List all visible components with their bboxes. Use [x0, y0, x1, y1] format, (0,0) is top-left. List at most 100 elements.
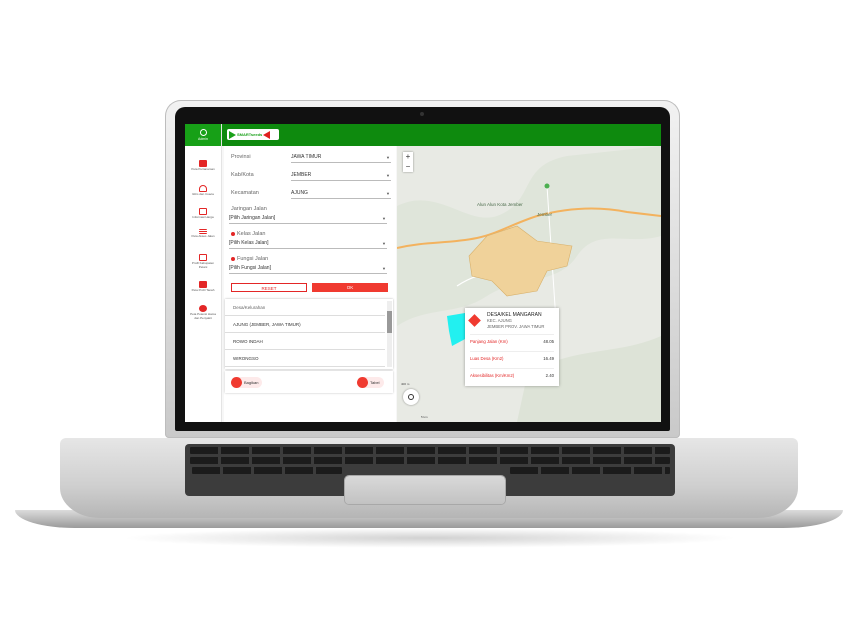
kecamatan-value: AJUNG — [291, 190, 308, 196]
app-logo[interactable]: SMARTseeds — [227, 129, 279, 140]
bagikan-label: Bagikan — [244, 380, 259, 385]
kecamatan-label: Kecamatan — [231, 190, 259, 196]
sidebar-item-label: Peta Profil Tanah — [191, 288, 215, 292]
kecamatan-row: Kecamatan AJUNG ▼ — [229, 188, 391, 200]
sidebar-item-informasi-harga[interactable]: Informasi Harga — [185, 208, 221, 220]
map-view[interactable]: Alun Alun Kota Jember Jember + − 400 m 5… — [397, 146, 661, 422]
table-icon — [357, 377, 368, 388]
trackpad — [345, 476, 505, 504]
map-label-jember: Jember — [537, 212, 553, 217]
info-kecamatan: KEC. AJUNG — [487, 318, 512, 323]
laptop-shadow — [120, 528, 740, 548]
list-item[interactable]: ROWO INDAH — [225, 333, 385, 350]
sidebar-item-label: Peta Akses Jalan — [191, 234, 215, 238]
locate-icon — [408, 394, 414, 400]
keyboard-row — [190, 447, 670, 454]
top-bar: SMARTseeds — [185, 124, 661, 146]
sidebar-item-peta-profil-tanah[interactable]: Peta Profil Tanah — [185, 281, 221, 293]
sidebar-item-label: Profil Kabupaten Petani — [191, 261, 215, 269]
logo-arrow-icon — [263, 130, 271, 139]
chevron-down-icon: ▼ — [382, 241, 386, 246]
sidebar-item-profil-kabupaten[interactable]: Profil Kabupaten Petani — [185, 254, 221, 269]
desa-list: Desa/Kelurahan AJUNG (JEMBER, JAWA TIMUR… — [225, 299, 393, 369]
reset-button[interactable]: RESET — [231, 283, 307, 292]
fungsi-value: [Pilih Fungsi Jalan] — [229, 265, 271, 271]
share-icon — [231, 377, 242, 388]
map-label-alun: Alun Alun Kota Jember — [477, 202, 523, 207]
chevron-down-icon: ▼ — [382, 266, 386, 271]
list-item[interactable]: AJUNG (JEMBER, JAWA TIMUR) — [225, 316, 385, 333]
list-scrollbar-thumb[interactable] — [387, 311, 392, 333]
info-row-value: 48.05 — [543, 339, 554, 344]
tabel-label: Tabel — [370, 380, 380, 385]
locate-button[interactable] — [403, 389, 419, 405]
sidebar-item-peta-potensi-hama[interactable]: Peta Potensi Hama dan Penyakit — [185, 305, 221, 320]
jaringan-select[interactable]: [Pilih Jaringan Jalan] ▼ — [229, 214, 387, 224]
ok-button[interactable]: OK — [312, 283, 388, 292]
provinsi-label: Provinsi — [231, 154, 251, 160]
cloud-icon — [199, 185, 207, 192]
keyboard-row — [192, 467, 342, 474]
scale-bar: 5 km — [421, 415, 428, 419]
kecamatan-select[interactable]: AJUNG ▼ — [291, 189, 391, 199]
tabel-button[interactable]: Tabel — [357, 377, 384, 388]
camera-icon — [420, 112, 424, 116]
bug-icon — [199, 305, 207, 312]
app-screen: SMARTseeds Admin Peta Pertanaman Iklim d… — [185, 124, 661, 422]
kelas-label: Kelas Jalan — [237, 231, 266, 237]
directions-icon — [468, 314, 481, 327]
scale-label: 400 m — [401, 382, 410, 386]
chevron-down-icon: ▼ — [386, 173, 390, 178]
kelas-value: [Pilih Kelas Jalan] — [229, 240, 269, 246]
info-location: JEMBER PROV. JAWA TIMUR — [487, 324, 545, 329]
sidebar-item-peta-akses-jalan[interactable]: Peta Akses Jalan — [185, 229, 221, 239]
admin-profile[interactable]: Admin — [185, 124, 221, 146]
chevron-down-icon: ▼ — [386, 155, 390, 160]
map-icon — [199, 160, 207, 167]
chevron-down-icon: ▼ — [382, 216, 386, 221]
logo-text: SMARTseeds — [237, 132, 263, 137]
location-marker-icon — [544, 183, 550, 189]
sidebar-item-label: Informasi Harga — [192, 215, 214, 219]
info-row-key: Aksesibilitas (Km/Km2) — [470, 373, 515, 378]
keyboard-row — [510, 467, 670, 474]
price-tag-icon — [199, 208, 207, 215]
zoom-out-button[interactable]: − — [403, 162, 413, 172]
keyboard-row — [190, 457, 670, 464]
jaringan-label: Jaringan Jalan — [231, 206, 267, 212]
sidebar-item-peta-pertanaman[interactable]: Peta Pertanaman — [185, 160, 221, 172]
sidebar-item-label: Peta Pertanaman — [191, 167, 215, 171]
kelas-select[interactable]: [Pilih Kelas Jalan] ▼ — [229, 239, 387, 249]
fungsi-select[interactable]: [Pilih Fungsi Jalan] ▼ — [229, 264, 387, 274]
list-item[interactable]: WIRONGSO — [225, 350, 385, 367]
kabkota-value: JEMBER — [291, 172, 312, 178]
admin-label: Admin — [198, 137, 208, 141]
info-row-value: 16.49 — [543, 356, 554, 361]
required-icon — [231, 256, 235, 261]
info-row-key: Luas Desa (Km2) — [470, 356, 504, 361]
info-row: Luas Desa (Km2) 16.49 — [470, 351, 554, 366]
kabkota-label: Kab/Kota — [231, 172, 254, 178]
home-icon — [199, 254, 207, 261]
kabkota-row: Kab/Kota JEMBER ▼ — [229, 170, 391, 182]
chevron-down-icon: ▼ — [386, 191, 390, 196]
provinsi-select[interactable]: JAWA TIMUR ▼ — [291, 153, 391, 163]
jaringan-value: [Pilih Jaringan Jalan] — [229, 215, 276, 221]
sidebar-item-iklim-cuaca[interactable]: Iklim dan Cuaca — [185, 185, 221, 197]
sidebar-item-label: Peta Potensi Hama dan Penyakit — [190, 312, 216, 320]
provinsi-row: Provinsi JAWA TIMUR ▼ — [229, 152, 391, 164]
kabkota-select[interactable]: JEMBER ▼ — [291, 171, 391, 181]
layers-icon — [199, 281, 207, 288]
logo-arrow-icon — [229, 130, 236, 139]
zoom-in-button[interactable]: + — [403, 152, 413, 162]
sidebar-item-label: Iklim dan Cuaca — [192, 192, 214, 196]
info-row: Panjang Jalan (Km) 48.05 — [470, 334, 554, 349]
zoom-control: + − — [403, 152, 413, 172]
desa-info-popup: DESA/KEL MANGARAN KEC. AJUNG JEMBER PROV… — [465, 308, 559, 386]
info-row: Aksesibilitas (Km/Km2) 2.40 — [470, 368, 554, 383]
fungsi-label: Fungsi Jalan — [237, 256, 269, 262]
action-bar: Bagikan Tabel — [225, 371, 393, 393]
info-row-value: 2.40 — [545, 373, 554, 378]
list-header: Desa/Kelurahan — [225, 299, 385, 316]
bagikan-button[interactable]: Bagikan — [231, 377, 263, 388]
